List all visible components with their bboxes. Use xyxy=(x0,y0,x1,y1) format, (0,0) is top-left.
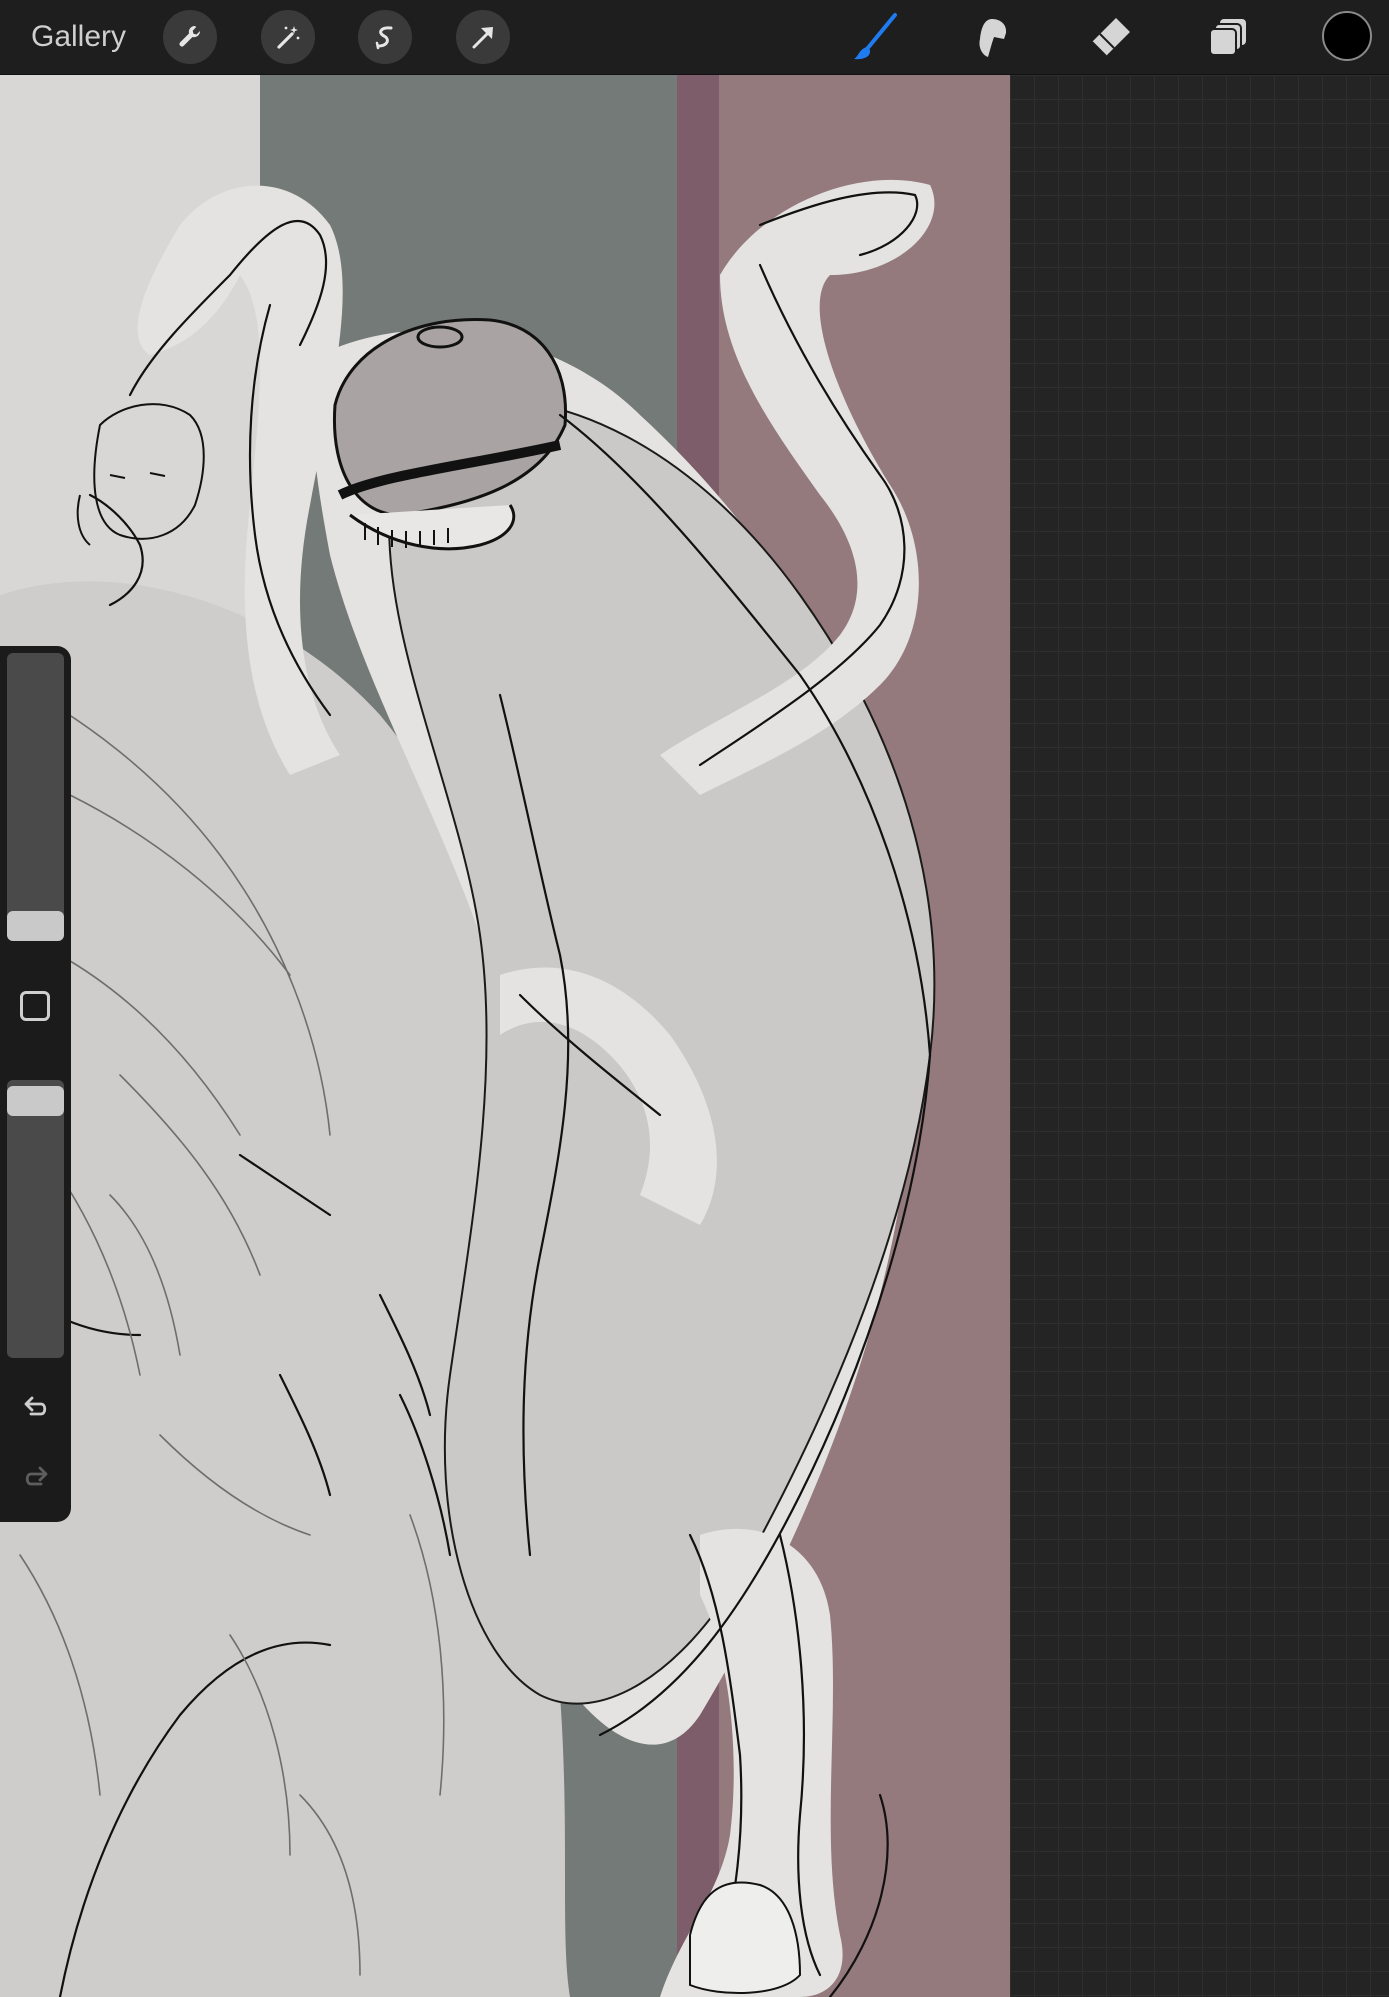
workspace-grid-background xyxy=(1010,75,1389,1997)
wrench-icon[interactable] xyxy=(163,10,217,64)
opacity-thumb[interactable] xyxy=(7,1086,64,1116)
gallery-button[interactable]: Gallery xyxy=(31,18,126,56)
top-toolbar: Gallery xyxy=(0,0,1389,75)
smudge-icon[interactable] xyxy=(963,8,1021,66)
magic-wand-icon[interactable] xyxy=(261,10,315,64)
brush-size-thumb[interactable] xyxy=(7,911,64,941)
drawing-canvas[interactable] xyxy=(0,75,1010,1997)
opacity-slider[interactable] xyxy=(7,1080,64,1358)
brush-size-slider[interactable] xyxy=(7,653,64,941)
brush-icon[interactable] xyxy=(846,8,904,66)
undo-icon[interactable] xyxy=(17,1388,55,1426)
transform-arrow-icon[interactable] xyxy=(456,10,510,64)
modify-square-icon[interactable] xyxy=(20,991,50,1021)
sketch-artwork xyxy=(0,75,1010,1997)
left-sidebar xyxy=(0,646,71,1522)
eraser-icon[interactable] xyxy=(1082,8,1140,66)
color-picker-swatch[interactable] xyxy=(1322,11,1372,61)
layers-icon[interactable] xyxy=(1201,8,1259,66)
selection-icon[interactable] xyxy=(358,10,412,64)
redo-icon[interactable] xyxy=(17,1458,55,1496)
